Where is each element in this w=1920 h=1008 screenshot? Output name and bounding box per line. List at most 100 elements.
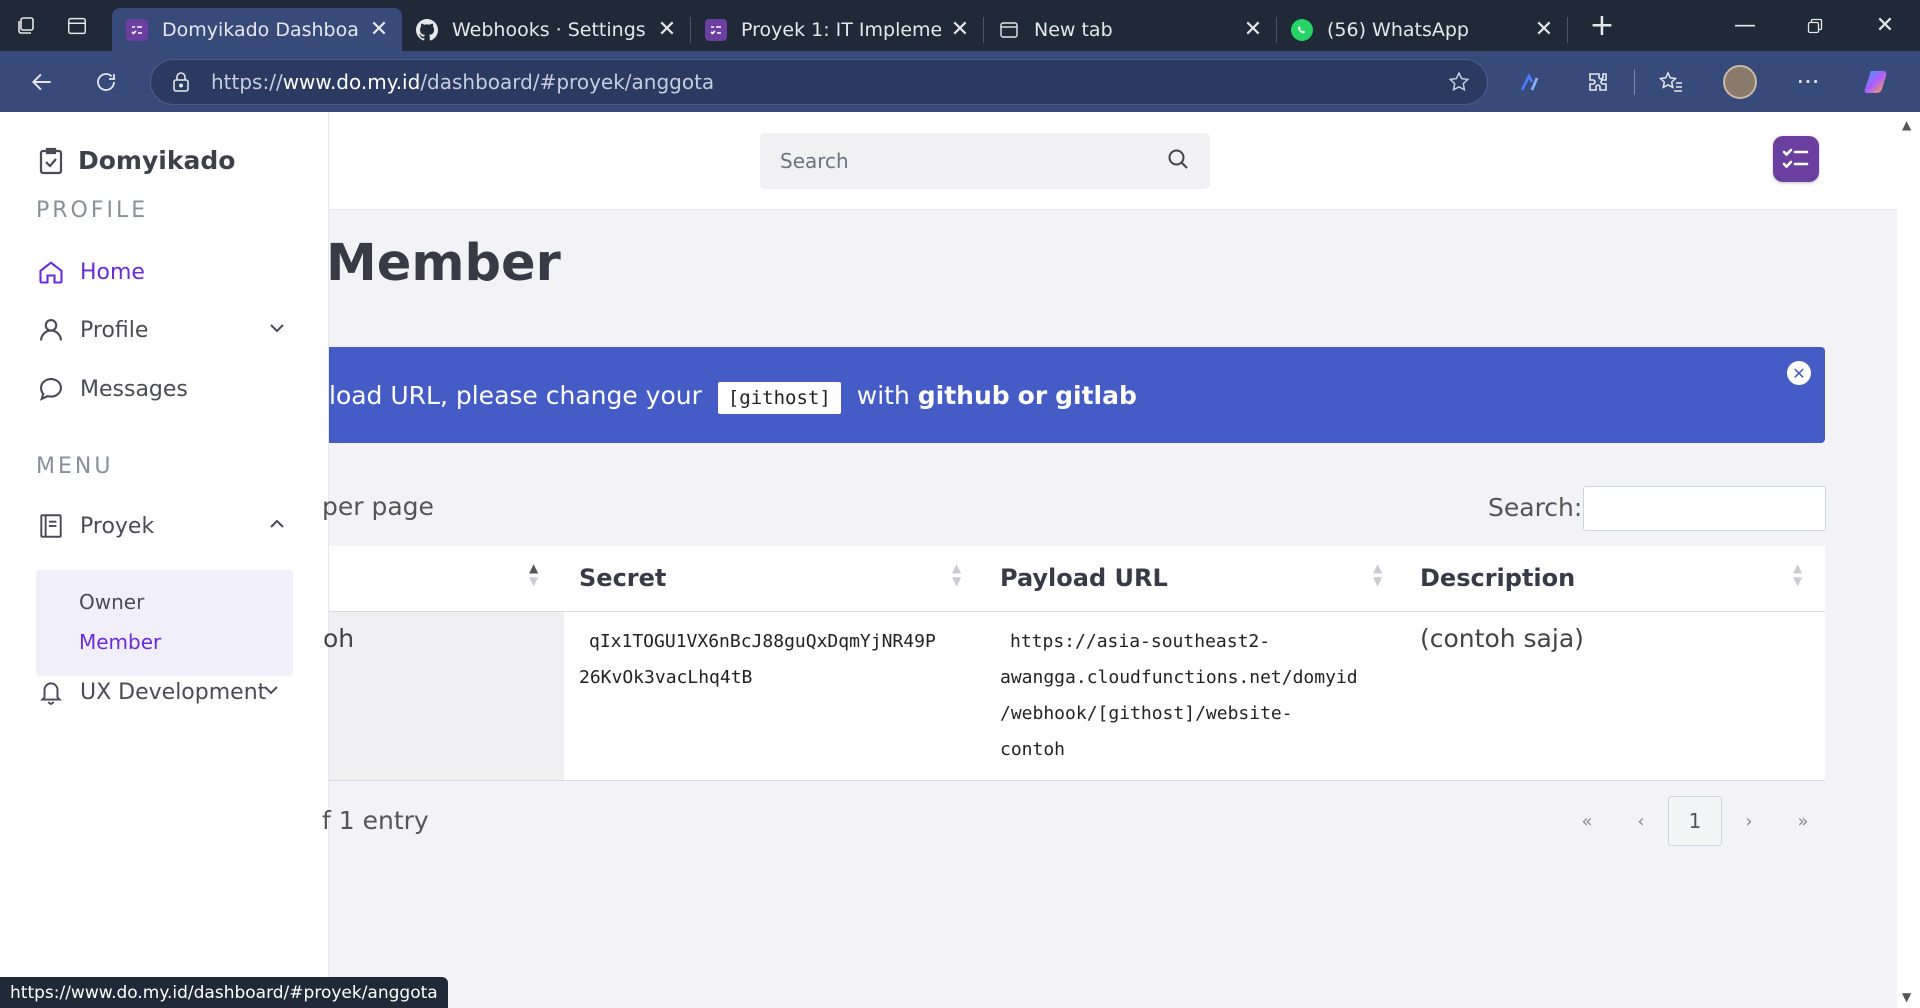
alert-option-github: github bbox=[917, 380, 1010, 410]
url-field[interactable]: https://www.do.my.id/dashboard/#proyek/a… bbox=[150, 59, 1488, 105]
workspaces-icon[interactable] bbox=[0, 0, 51, 51]
close-tab-icon[interactable]: ✕ bbox=[1533, 17, 1555, 42]
tab-whatsapp[interactable]: (56) WhatsApp ✕ bbox=[1277, 8, 1567, 51]
member-table: ▲ ▼ Secret ▲ ▼ Payload URL ▲ ▼ Description … bbox=[323, 546, 1825, 781]
toolbar-divider bbox=[1634, 69, 1635, 95]
sort-icon[interactable]: ▲ ▼ bbox=[1373, 562, 1382, 588]
whatsapp-favicon bbox=[1291, 18, 1313, 41]
payload-line: /webhook/[githost]/website- bbox=[1000, 703, 1293, 724]
sidebar: Domyikado PROFILE Home Profile Messages … bbox=[0, 112, 329, 1008]
per-page-label: per page bbox=[322, 492, 434, 521]
payload-line: contoh bbox=[1000, 739, 1066, 760]
sort-icon[interactable]: ▲ ▼ bbox=[529, 562, 538, 588]
payload-line: https://asia-southeast2- bbox=[1010, 631, 1271, 652]
extension-analytics-icon[interactable] bbox=[1500, 51, 1560, 112]
bell-icon bbox=[36, 678, 66, 706]
entries-info: f 1 entry bbox=[322, 806, 429, 835]
tab-actions-icon[interactable] bbox=[51, 0, 102, 51]
profile-avatar-icon[interactable] bbox=[1710, 51, 1770, 112]
new-tab-button[interactable]: + bbox=[1576, 8, 1628, 43]
chevron-up-icon bbox=[268, 514, 286, 539]
lock-icon[interactable] bbox=[151, 71, 211, 93]
minimize-icon[interactable]: — bbox=[1710, 0, 1780, 51]
table-cell-name: oh bbox=[323, 612, 564, 780]
info-alert: load URL, please change your [githost] w… bbox=[329, 347, 1825, 443]
copilot-icon[interactable] bbox=[1848, 51, 1908, 112]
alert-code: [githost] bbox=[717, 381, 841, 414]
table-search-label: Search: bbox=[1488, 493, 1583, 522]
window-controls: — ✕ bbox=[1710, 0, 1920, 51]
brand[interactable]: Domyikado bbox=[38, 146, 235, 175]
message-icon bbox=[36, 375, 66, 403]
close-tab-icon[interactable]: ✕ bbox=[368, 17, 390, 42]
submenu-item-member[interactable]: Member bbox=[79, 630, 161, 654]
first-page-button[interactable]: « bbox=[1560, 796, 1614, 846]
pagination: « ‹ 1 › » bbox=[1560, 796, 1830, 846]
sidebar-item-label: Proyek bbox=[80, 513, 155, 539]
next-page-button[interactable]: › bbox=[1722, 796, 1776, 846]
new-tab-favicon bbox=[998, 19, 1020, 41]
close-window-icon[interactable]: ✕ bbox=[1850, 0, 1920, 51]
cell-text: oh bbox=[323, 624, 355, 653]
chevron-down-icon bbox=[268, 318, 286, 343]
app-header bbox=[329, 112, 1897, 210]
section-label-profile: PROFILE bbox=[36, 198, 149, 223]
scroll-down-icon[interactable]: ▼ bbox=[1902, 990, 1911, 1004]
restore-icon[interactable] bbox=[1780, 0, 1850, 51]
close-icon[interactable]: ✕ bbox=[1787, 361, 1811, 385]
extensions-icon[interactable] bbox=[1568, 51, 1628, 112]
table-cell-secret: qIx1TOGU1VX6nBcJ88guQxDqmYjNR49P 26KvOk3… bbox=[579, 624, 969, 696]
submenu-item-owner[interactable]: Owner bbox=[79, 590, 144, 614]
user-avatar[interactable] bbox=[1773, 136, 1819, 182]
browser-tab-bar: Domyikado Dashboard ✕ Webhooks · Setting… bbox=[0, 0, 1920, 51]
url-scheme: https:// bbox=[211, 70, 283, 94]
more-options-icon[interactable]: ··· bbox=[1778, 51, 1838, 112]
favorites-icon[interactable] bbox=[1641, 51, 1701, 112]
last-page-button[interactable]: » bbox=[1776, 796, 1830, 846]
status-bar-url: https://www.do.my.id/dashboard/#proyek/a… bbox=[0, 977, 448, 1008]
alert-option-gitlab: gitlab bbox=[1055, 380, 1137, 410]
domyikado-favicon bbox=[126, 18, 148, 41]
sidebar-item-messages[interactable]: Messages bbox=[36, 375, 286, 403]
tab-new-tab[interactable]: New tab ✕ bbox=[984, 8, 1276, 51]
sort-icon[interactable]: ▲ ▼ bbox=[952, 562, 961, 588]
tab-title: Domyikado Dashboard bbox=[162, 18, 360, 41]
brand-name: Domyikado bbox=[78, 146, 236, 175]
sidebar-item-label: UX Development bbox=[80, 679, 267, 705]
proyek-submenu: Owner Member bbox=[36, 570, 293, 676]
tab-domyikado[interactable]: Domyikado Dashboard ✕ bbox=[112, 8, 402, 51]
column-header-description[interactable]: Description bbox=[1420, 564, 1575, 592]
chevron-down-icon bbox=[262, 680, 280, 705]
search-icon[interactable] bbox=[1166, 147, 1190, 175]
sidebar-item-label: Profile bbox=[80, 317, 149, 343]
close-tab-icon[interactable]: ✕ bbox=[656, 17, 678, 42]
sidebar-item-proyek[interactable]: Proyek bbox=[36, 512, 286, 540]
table-row: oh qIx1TOGU1VX6nBcJ88guQxDqmYjNR49P 26Kv… bbox=[323, 612, 1825, 781]
sidebar-item-home[interactable]: Home bbox=[36, 258, 286, 286]
page-1-button[interactable]: 1 bbox=[1668, 796, 1722, 846]
tab-webhooks[interactable]: Webhooks · Settings · 911 ✕ bbox=[402, 8, 690, 51]
sidebar-item-ux-development[interactable]: UX Development bbox=[36, 678, 280, 706]
url-host: www.do.my.id bbox=[282, 70, 421, 94]
sort-icon[interactable]: ▲ ▼ bbox=[1793, 562, 1802, 588]
secret-line: 26KvOk3vacLhq4tB bbox=[579, 667, 753, 688]
reload-icon[interactable] bbox=[74, 51, 138, 112]
column-header-secret[interactable]: Secret bbox=[579, 564, 666, 592]
close-tab-icon[interactable]: ✕ bbox=[1242, 17, 1264, 42]
column-header-payload-url[interactable]: Payload URL bbox=[1000, 564, 1168, 592]
back-icon[interactable] bbox=[10, 51, 74, 112]
prev-page-button[interactable]: ‹ bbox=[1614, 796, 1668, 846]
table-cell-payload-url: https://asia-southeast2- awangga.cloudfu… bbox=[1000, 624, 1400, 768]
tab-title: Proyek 1: IT Implementor bbox=[741, 18, 941, 41]
github-favicon bbox=[416, 18, 438, 41]
tab-title: New tab bbox=[1034, 18, 1113, 41]
sidebar-item-profile[interactable]: Profile bbox=[36, 316, 286, 344]
favorite-star-icon[interactable] bbox=[1431, 70, 1487, 94]
table-search-input[interactable] bbox=[1583, 486, 1826, 531]
page-scrollbar[interactable]: ▲ ▼ bbox=[1897, 112, 1920, 1008]
search-input[interactable] bbox=[780, 149, 1166, 173]
sidebar-item-label: Messages bbox=[80, 376, 188, 402]
tab-proyek[interactable]: Proyek 1: IT Implementor ✕ bbox=[691, 8, 983, 51]
close-tab-icon[interactable]: ✕ bbox=[949, 17, 971, 42]
scroll-up-icon[interactable]: ▲ bbox=[1902, 118, 1911, 132]
